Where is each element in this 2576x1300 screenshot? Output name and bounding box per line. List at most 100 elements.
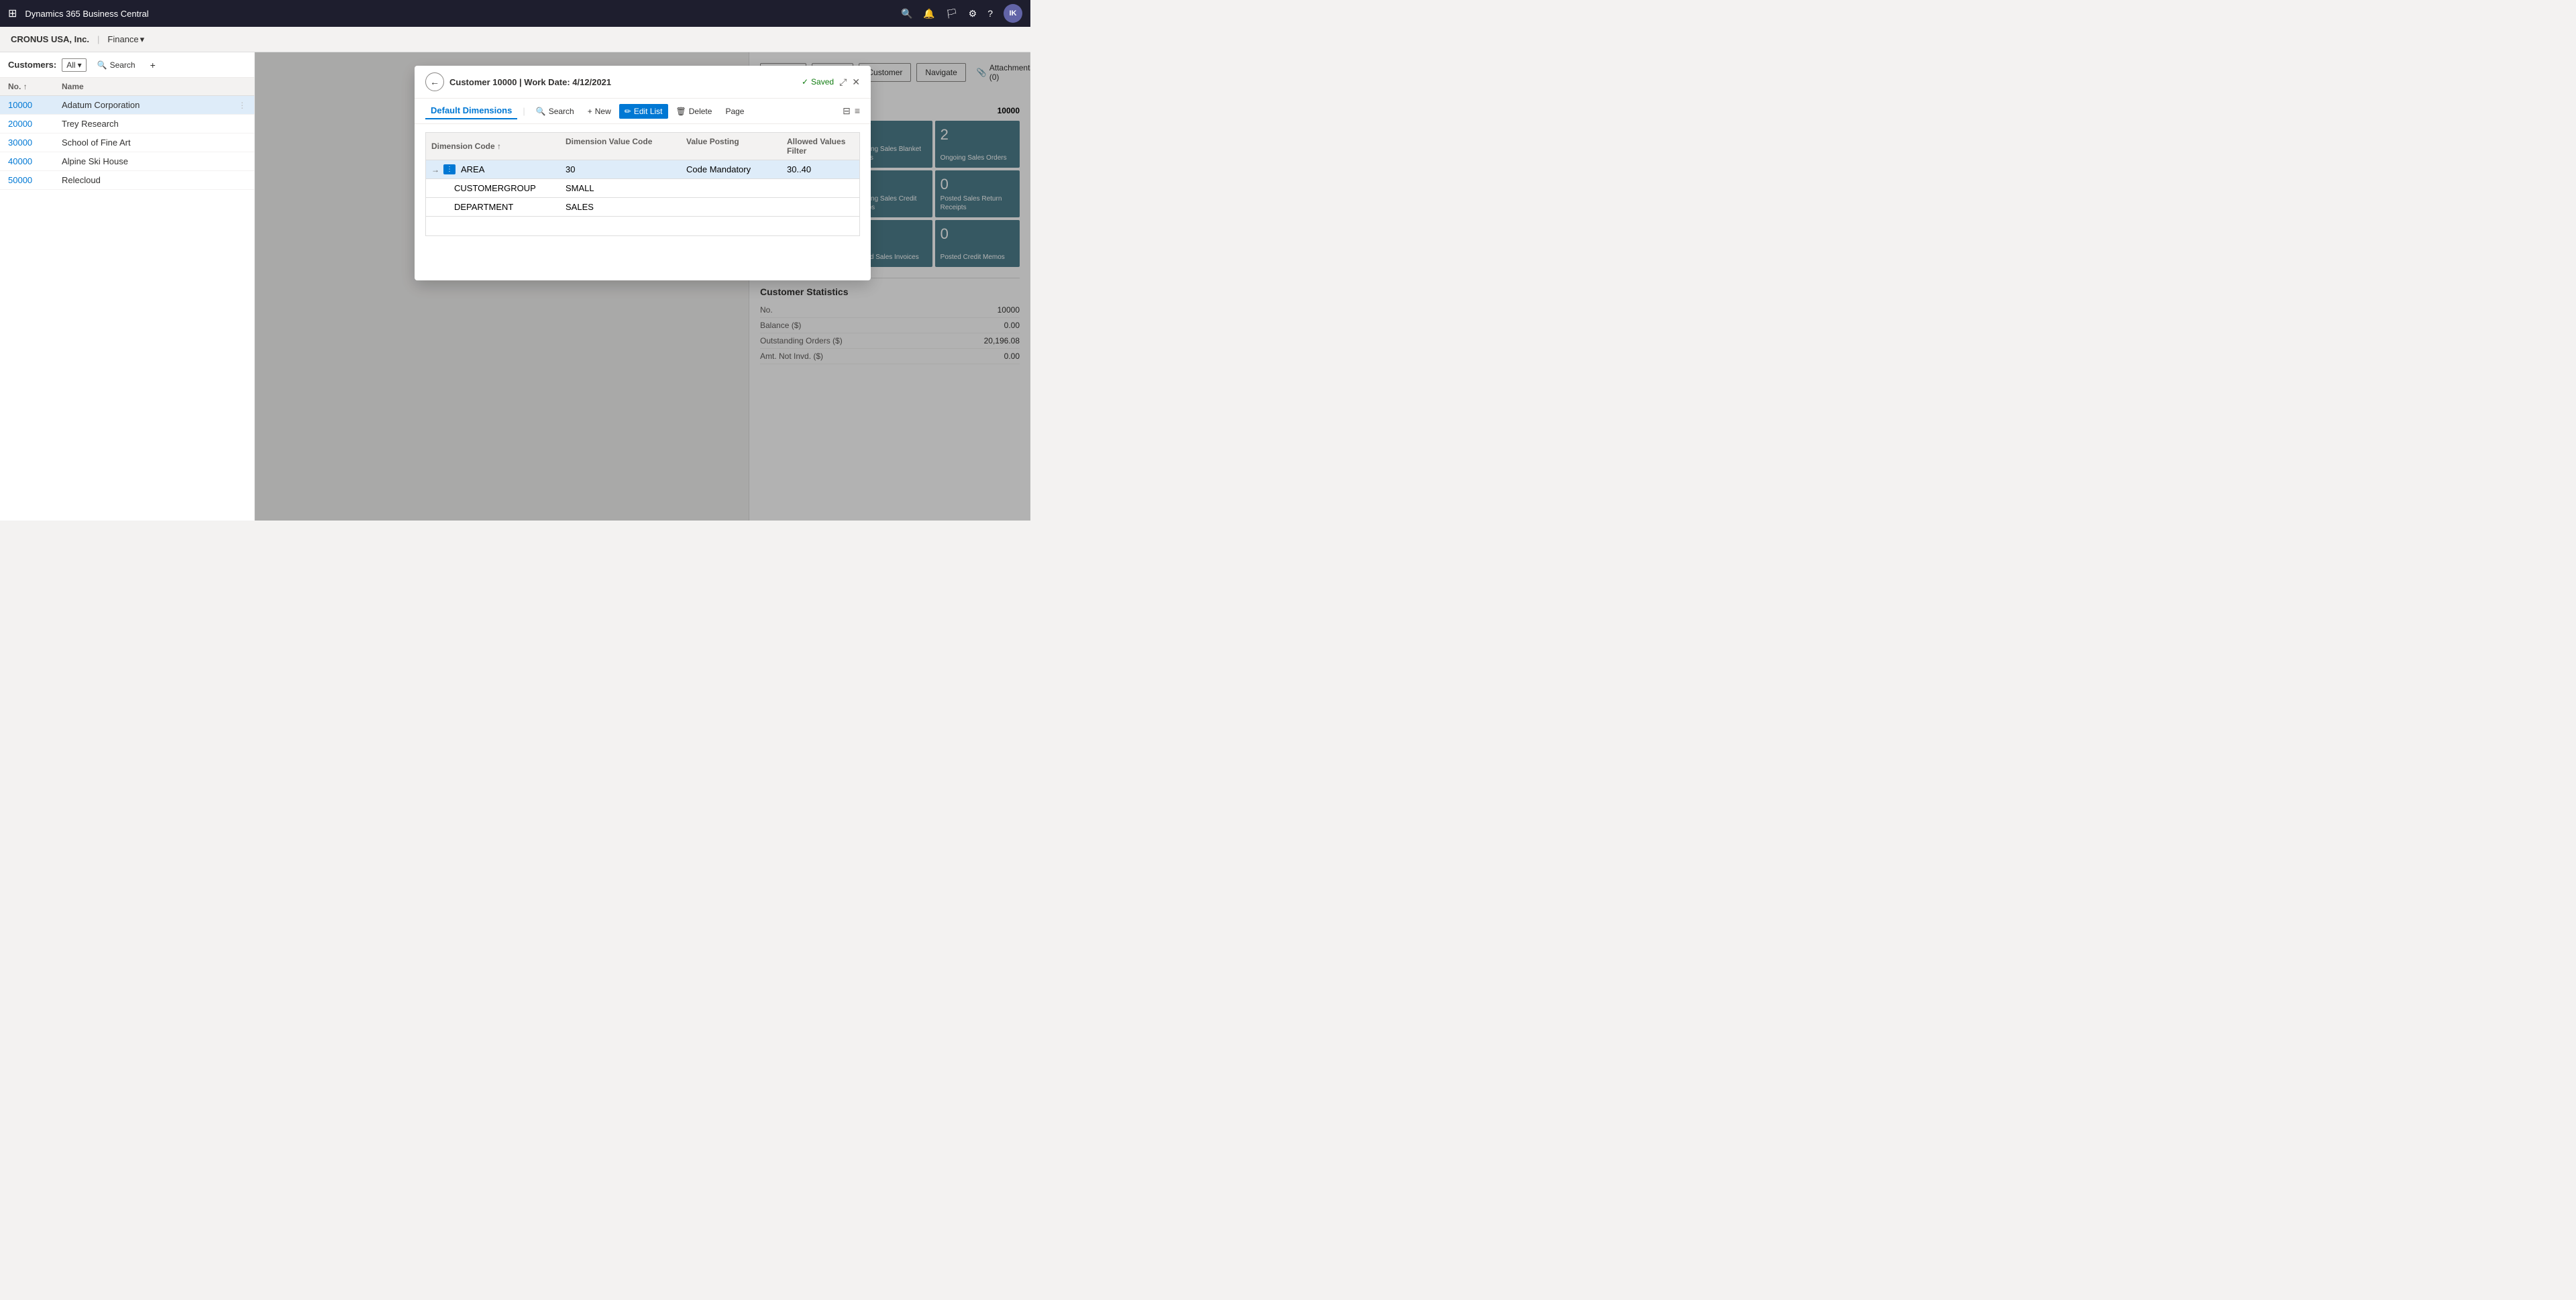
allowed-val-cell-empty [782,222,859,230]
col-dim-val-header[interactable]: Dimension Value Code [560,133,681,160]
col-allowed-header[interactable]: Allowed Values Filter [782,133,859,160]
modal-table: Dimension Code ↑ Dimension Value Code Va… [415,124,871,244]
dim-code-header-label: Dimension Code ↑ [431,142,501,151]
toolbar-separator: | [523,106,525,116]
dimension-row[interactable]: → ⋮ AREA 30 Code Mandatory 30..40 [425,160,860,178]
finance-dropdown-icon: ▾ [140,34,145,45]
top-nav-icons: 🔍 🔔 🏳 ⚙ ? IK [901,4,1022,23]
customer-no-link[interactable]: 50000 [8,175,62,185]
customer-no-link[interactable]: 20000 [8,119,62,129]
dim-code-value: DEPARTMENT [454,202,513,212]
app-title: Dynamics 365 Business Central [25,9,896,19]
new-label: New [595,107,611,116]
page-label: Page [725,107,744,116]
table-row[interactable]: 10000 Adatum Corporation ⋮ [0,96,254,115]
search-icon[interactable]: 🔍 [901,8,912,19]
customer-name: Trey Research [62,119,246,129]
toolbar-icons: ⊟ ≡ [843,105,860,117]
filter-icon[interactable]: ⊟ [843,105,851,117]
customers-list-panel: Customers: All ▾ 🔍 Search + No. ↑ Name 1… [0,52,255,521]
add-customer-button[interactable]: + [146,58,160,72]
main-area: Customers: All ▾ 🔍 Search + No. ↑ Name 1… [0,52,1030,521]
customers-search-button[interactable]: 🔍 Search [92,58,141,72]
nav-separator: | [97,34,99,44]
search-label: Search [110,60,136,70]
settings-icon[interactable]: ⚙ [969,8,977,19]
dimension-row[interactable]: CUSTOMERGROUP SMALL [425,178,860,197]
dim-code-value: AREA [461,164,484,174]
val-posting-cell [681,203,782,211]
row-arrow-icon: → [431,165,439,174]
saved-label: Saved [811,77,834,87]
customer-name: Adatum Corporation [62,100,238,110]
allowed-val-cell: 30..40 [782,160,859,178]
notification-icon[interactable]: 🔔 [923,8,934,19]
right-panel: Process Report Customer Navigate 📎 Attac… [255,52,1030,521]
customer-name: School of Fine Art [62,138,246,148]
dimension-row[interactable]: DEPARTMENT SALES [425,197,860,216]
delete-icon: 🗑 [676,107,686,116]
modal-title: Customer 10000 | Work Date: 4/12/2021 [449,77,796,87]
edit-icon: ✏ [625,107,631,116]
table-row[interactable]: 40000 Alpine Ski House [0,152,254,171]
modal-search-button[interactable]: 🔍 Search [531,104,580,119]
dim-val-cell: SMALL [560,179,681,197]
add-icon: + [588,107,592,116]
dim-val-cell: 30 [560,160,681,178]
top-nav-bar: ⊞ Dynamics 365 Business Central 🔍 🔔 🏳 ⚙ … [0,0,1030,27]
back-icon: ← [430,76,439,87]
filter-label: All [66,60,75,70]
val-posting-cell: Code Mandatory [681,160,782,178]
default-dimensions-modal: ← Customer 10000 | Work Date: 4/12/2021 … [415,66,871,280]
table-row[interactable]: 20000 Trey Research [0,115,254,133]
modal-delete-button[interactable]: 🗑 Delete [671,104,718,119]
customer-name: Relecloud [62,175,246,185]
row-actions-icon[interactable]: ⋮ [238,101,246,110]
table-row[interactable]: 50000 Relecloud [0,171,254,190]
modal-toolbar: Default Dimensions | 🔍 Search + New ✏ Ed… [415,99,871,124]
avatar[interactable]: IK [1004,4,1022,23]
customer-no-link[interactable]: 40000 [8,156,62,166]
row-menu-icon[interactable]: ⋮ [443,164,455,174]
add-icon: + [150,60,156,70]
search-icon: 🔍 [97,60,107,70]
edit-list-label: Edit List [634,107,663,116]
search-label: Search [549,107,574,116]
finance-menu-label: Finance [107,34,138,44]
col-no-header[interactable]: No. ↑ [8,82,62,91]
table-row[interactable]: 30000 School of Fine Art [0,133,254,152]
modal-edit-list-button[interactable]: ✏ Edit List [619,104,668,119]
col-name-header[interactable]: Name [62,82,246,91]
check-icon: ✓ [802,77,808,87]
expand-icon[interactable]: ⤢ [839,76,847,88]
dimension-row-empty[interactable] [425,216,860,236]
customer-no-link[interactable]: 10000 [8,100,62,110]
flag-icon[interactable]: 🏳 [946,8,958,19]
help-icon[interactable]: ? [987,8,993,19]
list-view-icon[interactable]: ≡ [855,105,860,117]
modal-page-button[interactable]: Page [720,104,749,119]
customers-table-header: No. ↑ Name [0,78,254,96]
finance-menu[interactable]: Finance ▾ [107,34,144,45]
dim-code-cell-empty [426,222,560,230]
tab-default-dimensions[interactable]: Default Dimensions [425,103,517,119]
delete-label: Delete [689,107,712,116]
col-val-posting-header[interactable]: Value Posting [681,133,782,160]
close-icon[interactable]: ✕ [852,76,860,88]
company-name: CRONUS USA, Inc. [11,34,89,44]
modal-back-button[interactable]: ← [425,72,444,91]
dim-code-value: CUSTOMERGROUP [454,183,536,193]
dim-val-cell-empty [560,222,681,230]
col-dim-code-header[interactable]: Dimension Code ↑ [426,133,560,160]
customer-no-link[interactable]: 30000 [8,138,62,148]
waffle-icon[interactable]: ⊞ [8,7,17,20]
val-posting-cell-empty [681,222,782,230]
modal-header: ← Customer 10000 | Work Date: 4/12/2021 … [415,66,871,99]
modal-header-icons: ⤢ ✕ [839,76,860,88]
filter-dropdown-icon: ▾ [78,60,82,70]
filter-dropdown[interactable]: All ▾ [62,58,86,72]
modal-table-header: Dimension Code ↑ Dimension Value Code Va… [425,132,860,160]
modal-new-button[interactable]: + New [582,104,616,119]
dim-code-cell: CUSTOMERGROUP [426,179,560,197]
modal-overlay: ← Customer 10000 | Work Date: 4/12/2021 … [255,52,1030,521]
